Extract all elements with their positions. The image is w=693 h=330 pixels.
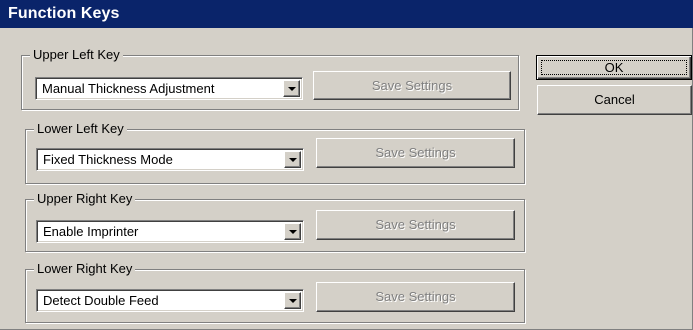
ok-button-label: OK <box>604 60 624 75</box>
selected-value: Manual Thickness Adjustment <box>42 81 215 96</box>
dropdown-button[interactable] <box>284 292 301 309</box>
upper-left-key-select[interactable]: Manual Thickness Adjustment <box>35 77 303 100</box>
group-lower-left-key: Lower Left Key Fixed Thickness Mode Save… <box>25 120 525 184</box>
lower-right-key-select[interactable]: Detect Double Feed <box>36 289 304 312</box>
group-label: Upper Left Key <box>30 46 123 64</box>
group-lower-right-key: Lower Right Key Detect Double Feed Save … <box>25 260 525 323</box>
upper-right-key-select[interactable]: Enable Imprinter <box>36 220 304 243</box>
group-label: Lower Right Key <box>34 260 136 278</box>
save-settings-button[interactable]: Save Settings <box>316 138 515 168</box>
selected-value: Fixed Thickness Mode <box>43 152 173 167</box>
group-upper-right-key: Upper Right Key Enable Imprinter Save Se… <box>25 190 525 252</box>
selected-value: Enable Imprinter <box>43 224 139 239</box>
window-title: Function Keys <box>0 0 693 28</box>
chevron-down-icon <box>289 158 297 162</box>
group-label: Lower Left Key <box>34 120 127 138</box>
save-settings-button[interactable]: Save Settings <box>316 210 515 240</box>
dropdown-button[interactable] <box>283 80 300 97</box>
lower-left-key-select[interactable]: Fixed Thickness Mode <box>36 148 304 171</box>
selected-value: Detect Double Feed <box>43 293 159 308</box>
chevron-down-icon <box>289 299 297 303</box>
save-settings-button[interactable]: Save Settings <box>316 282 515 312</box>
save-settings-button[interactable]: Save Settings <box>313 71 511 100</box>
group-upper-left-key: Upper Left Key Manual Thickness Adjustme… <box>21 46 519 110</box>
ok-button[interactable]: OK <box>536 55 692 80</box>
chevron-down-icon <box>289 230 297 234</box>
function-keys-dialog: Function Keys Upper Left Key Manual Thic… <box>0 0 693 330</box>
group-label: Upper Right Key <box>34 190 136 208</box>
dropdown-button[interactable] <box>284 223 301 240</box>
dropdown-button[interactable] <box>284 151 301 168</box>
cancel-button[interactable]: Cancel <box>537 85 692 115</box>
chevron-down-icon <box>288 87 296 91</box>
